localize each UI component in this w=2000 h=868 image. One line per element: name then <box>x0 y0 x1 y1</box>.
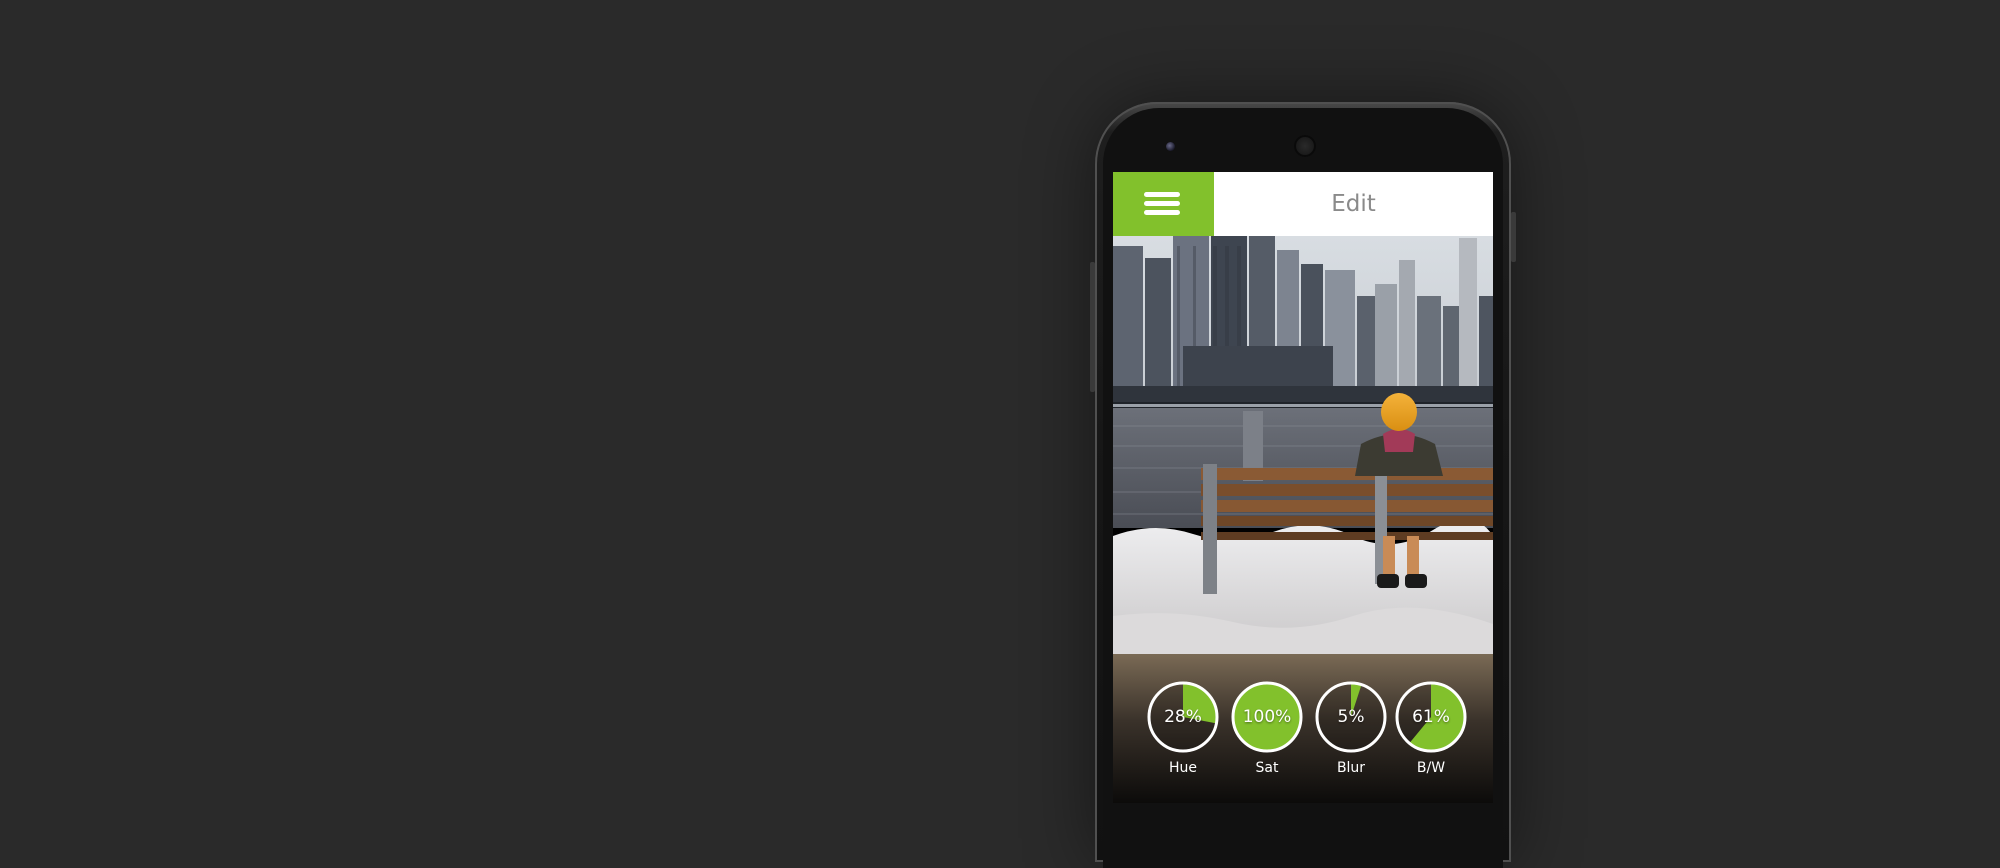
filter-value: 5% <box>1337 707 1365 727</box>
filter-value: 100% <box>1242 707 1292 727</box>
phone-screen: Edit 28% Hue 100% Sat 5% Blur 61% B/W <box>1113 172 1493 803</box>
filter-label: Sat <box>1255 760 1279 776</box>
earpiece-speaker <box>1294 135 1316 157</box>
menu-button[interactable] <box>1113 172 1214 236</box>
filter-label: B/W <box>1416 760 1446 776</box>
filter-dial-sat[interactable]: 100% Sat <box>1230 680 1304 776</box>
filter-dial-blur[interactable]: 5% Blur <box>1314 680 1388 776</box>
app-bar: Edit <box>1113 172 1493 236</box>
filter-value: 61% <box>1412 707 1450 727</box>
page-title: Edit <box>1331 191 1376 217</box>
filter-label: Blur <box>1336 760 1366 776</box>
filter-value: 28% <box>1164 707 1202 727</box>
filter-dial-bw[interactable]: 61% B/W <box>1394 680 1468 776</box>
filter-controls: 28% Hue 100% Sat 5% Blur 61% B/W <box>1113 680 1493 803</box>
front-camera-icon <box>1166 142 1175 151</box>
power-button <box>1511 212 1516 262</box>
volume-button <box>1090 262 1095 392</box>
filter-dial-hue[interactable]: 28% Hue <box>1146 680 1220 776</box>
filter-label: Hue <box>1168 760 1197 776</box>
